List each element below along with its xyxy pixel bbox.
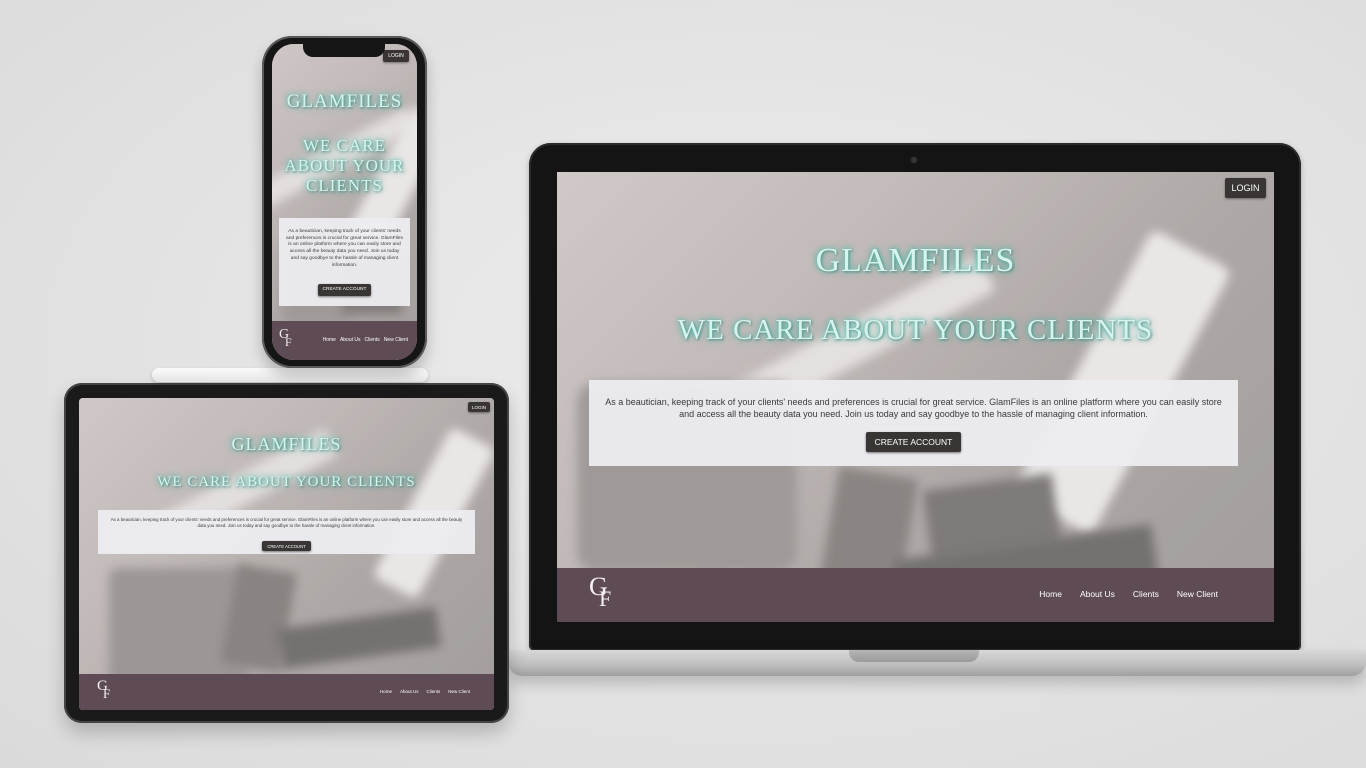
nav-home[interactable]: Home xyxy=(380,689,392,694)
site-footer: G F Home About Us Clients New Client xyxy=(272,321,417,360)
stylus-pencil xyxy=(152,368,428,382)
footer-logo: G F xyxy=(97,678,111,701)
nav-home[interactable]: Home xyxy=(1039,589,1062,599)
tagline: WE CARE ABOUT YOUR CLIENTS xyxy=(677,314,1154,346)
footer-nav: Home About Us Clients New Client xyxy=(1039,589,1218,599)
login-button[interactable]: LOGIN xyxy=(468,402,490,412)
login-button[interactable]: LOGIN xyxy=(1225,178,1266,198)
nav-clients[interactable]: Clients xyxy=(365,337,380,343)
nav-clients[interactable]: Clients xyxy=(426,689,440,694)
login-button[interactable]: LOGIN xyxy=(383,50,409,62)
footer-nav: Home About Us Clients New Client xyxy=(323,337,408,343)
site-footer: G F Home About Us Clients New Client xyxy=(557,568,1274,622)
site-footer: G F Home About Us Clients New Client xyxy=(79,674,494,710)
intro-panel: As a beautician, keeping track of your c… xyxy=(589,380,1238,466)
site-title: GLAMFILES xyxy=(286,91,403,112)
footer-logo: G F xyxy=(589,572,612,611)
nav-home[interactable]: Home xyxy=(323,337,336,343)
intro-text: As a beautician, keeping track of your c… xyxy=(605,397,1222,419)
laptop-screen: LOGIN GLAMFILES WE CARE ABOUT YOUR CLIEN… xyxy=(557,172,1274,622)
phone-notch xyxy=(303,43,385,57)
footer-logo: G F xyxy=(279,327,292,349)
tablet-screen: LOGIN GLAMFILES WE CARE ABOUT YOUR CLIEN… xyxy=(79,398,494,710)
tagline-line-3: CLIENTS xyxy=(306,176,383,195)
tagline: WE CARE ABOUT YOUR CLIENTS xyxy=(157,474,416,490)
create-account-button[interactable]: CREATE ACCOUNT xyxy=(317,283,372,296)
laptop-camera-icon xyxy=(911,157,917,163)
nav-new-client[interactable]: New Client xyxy=(384,337,408,343)
tagline: WE CARE ABOUT YOUR CLIENTS xyxy=(272,136,417,196)
site-title: GLAMFILES xyxy=(815,242,1016,279)
nav-about-us[interactable]: About Us xyxy=(1080,589,1115,599)
nav-new-client[interactable]: New Client xyxy=(448,689,470,694)
intro-text: As a beautician, keeping track of your c… xyxy=(110,517,463,529)
site-title: GLAMFILES xyxy=(231,434,342,454)
footer-nav: Home About Us Clients New Client xyxy=(380,689,470,694)
create-account-button[interactable]: CREATE ACCOUNT xyxy=(865,432,962,452)
tagline-line-2: ABOUT YOUR xyxy=(284,156,405,175)
nav-about-us[interactable]: About Us xyxy=(340,337,361,343)
nav-about-us[interactable]: About Us xyxy=(400,689,419,694)
phone-screen: LOGIN GLAMFILES WE CARE ABOUT YOUR CLIEN… xyxy=(272,44,417,360)
tagline-line-1: WE CARE xyxy=(302,136,387,155)
intro-text: As a beautician, keeping track of your c… xyxy=(286,229,403,268)
create-account-button[interactable]: CREATE ACCOUNT xyxy=(262,541,311,552)
nav-new-client[interactable]: New Client xyxy=(1177,589,1218,599)
intro-panel: As a beautician, keeping track of your c… xyxy=(98,510,475,554)
nav-clients[interactable]: Clients xyxy=(1133,589,1159,599)
intro-panel: As a beautician, keeping track of your c… xyxy=(279,218,410,306)
laptop-hinge-notch xyxy=(849,650,979,662)
